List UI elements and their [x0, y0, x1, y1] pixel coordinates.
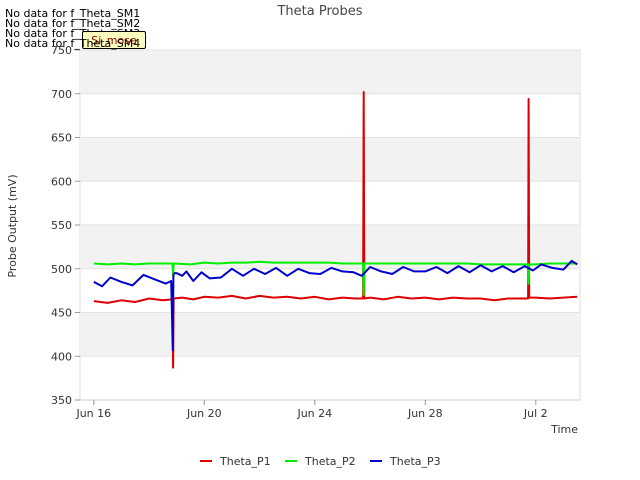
y-tick-label: 400 — [51, 350, 72, 363]
x-tick-label: Jun 24 — [296, 407, 332, 420]
y-axis-label: Probe Output (mV) — [6, 174, 19, 277]
y-tick-label: 650 — [51, 132, 72, 145]
grid-band — [80, 137, 580, 182]
y-tick-label: 750 — [51, 44, 72, 57]
x-axis: Jun 16 Jun 20 Jun 24 Jun 28 Jul 2 — [75, 399, 580, 420]
legend: Theta_P1 Theta_P2 Theta_P3 — [200, 455, 441, 468]
theta-probes-chart: Theta Probes 350 400 450 500 550 600 650 700 750… — [6, 4, 581, 468]
x-tick-label: Jun 28 — [407, 407, 443, 420]
y-axis: 350 400 450 500 550 600 650 700 750 — [51, 44, 80, 407]
y-tick-label: 350 — [51, 394, 72, 407]
legend-label: Theta_P3 — [389, 455, 441, 468]
grid-band — [80, 312, 580, 357]
legend-label: Theta_P1 — [219, 455, 271, 468]
x-tick-label: Jul 2 — [523, 407, 548, 420]
x-tick-label: Jun 20 — [186, 407, 222, 420]
y-tick-label: 700 — [51, 88, 72, 101]
x-tick-label: Jun 16 — [75, 407, 111, 420]
grid-band — [80, 50, 580, 94]
y-tick-label: 600 — [51, 175, 72, 188]
y-tick-label: 450 — [51, 307, 72, 320]
y-tick-label: 500 — [51, 263, 72, 276]
y-tick-label: 550 — [51, 219, 72, 232]
x-axis-label: Time — [550, 423, 578, 436]
chart-title: Theta Probes — [276, 4, 362, 19]
legend-label: Theta_P2 — [304, 455, 356, 468]
